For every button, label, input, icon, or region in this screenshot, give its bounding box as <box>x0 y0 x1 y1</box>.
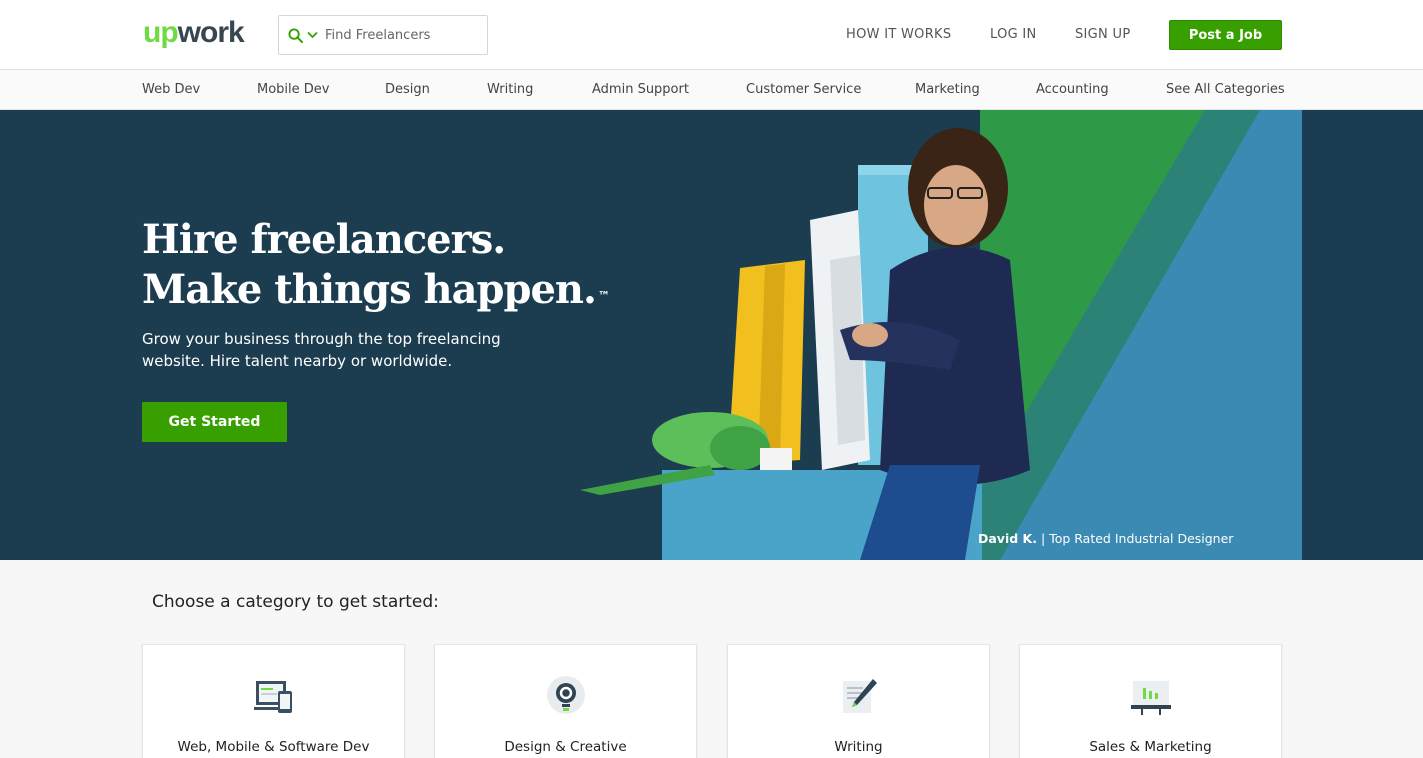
hero-banner: Hire freelancers. Make things happen. ™ G… <box>0 110 1423 560</box>
nav-see-all-categories[interactable]: See All Categories <box>1166 82 1285 97</box>
chart-board-icon <box>1130 681 1171 715</box>
caption-role: Top Rated Industrial Designer <box>1049 531 1234 546</box>
search-icon[interactable] <box>288 27 304 43</box>
search-box <box>278 15 488 55</box>
hero-subtext: Grow your business through the top freel… <box>142 330 501 370</box>
category-label: Web, Mobile & Software Dev <box>177 739 370 755</box>
pen-document-icon <box>842 679 877 713</box>
category-card-writing[interactable]: Writing <box>727 644 990 758</box>
category-heading: Choose a category to get started: <box>152 592 439 612</box>
category-card-design-creative[interactable]: Design & Creative <box>434 644 697 758</box>
post-a-job-button[interactable]: Post a Job <box>1169 20 1282 50</box>
category-nav: Web Dev Mobile Dev Design Writing Admin … <box>0 70 1423 110</box>
hero-headline-line1: Hire freelancers. <box>142 216 506 263</box>
hero-headline-line2: Make things happen. <box>142 266 597 313</box>
nav-mobile-dev[interactable]: Mobile Dev <box>257 82 329 97</box>
upwork-logo[interactable]: up work <box>143 16 245 52</box>
caption-separator: | <box>1040 531 1046 546</box>
chevron-down-icon[interactable] <box>307 30 319 40</box>
devices-icon <box>253 681 292 713</box>
hero-headline: Hire freelancers. Make things happen. ™ <box>142 215 610 315</box>
hero-illustration <box>580 110 1423 560</box>
caption-name: David K. <box>978 531 1037 546</box>
sign-up-link[interactable]: SIGN UP <box>1075 27 1130 42</box>
logo-work-text: work <box>177 16 245 49</box>
category-card-sales-marketing[interactable]: Sales & Marketing <box>1019 644 1282 758</box>
search-input[interactable] <box>325 27 475 43</box>
how-it-works-link[interactable]: HOW IT WORKS <box>846 27 951 42</box>
nav-writing[interactable]: Writing <box>487 82 533 97</box>
nav-admin-support[interactable]: Admin Support <box>592 82 689 97</box>
category-card-web-mobile-software[interactable]: Web, Mobile & Software Dev <box>142 644 405 758</box>
nav-accounting[interactable]: Accounting <box>1036 82 1109 97</box>
site-header: upwork HOW IT WORKS LOG IN SIGN UP Post … <box>0 0 1423 70</box>
get-started-button[interactable]: Get Started <box>142 402 287 442</box>
hero-caption: David K. | Top Rated Industrial Designer <box>978 531 1233 546</box>
nav-design[interactable]: Design <box>385 82 430 97</box>
log-in-link[interactable]: LOG IN <box>990 27 1037 42</box>
nav-web-dev[interactable]: Web Dev <box>142 82 200 97</box>
category-label: Sales & Marketing <box>1089 739 1212 755</box>
category-label: Writing <box>834 739 883 755</box>
logo-up-text: up <box>143 16 179 49</box>
nav-marketing[interactable]: Marketing <box>915 82 980 97</box>
lightbulb-gear-icon <box>546 676 585 714</box>
trademark-symbol: ™ <box>597 289 610 303</box>
category-label: Design & Creative <box>504 739 627 755</box>
nav-customer-service[interactable]: Customer Service <box>746 82 861 97</box>
